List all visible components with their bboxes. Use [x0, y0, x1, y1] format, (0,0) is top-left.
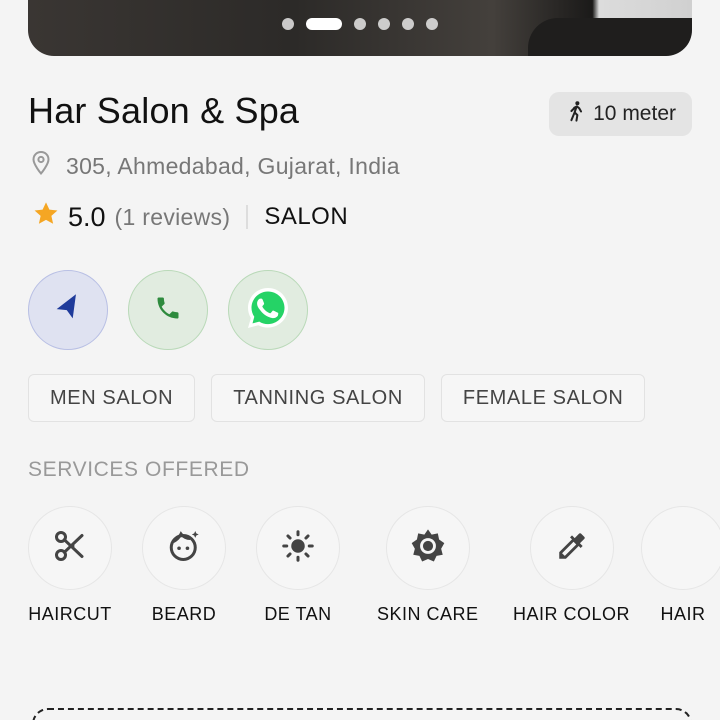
carousel-dot-active[interactable]	[306, 18, 342, 30]
carousel-dot[interactable]	[354, 18, 366, 30]
call-button[interactable]	[128, 270, 208, 350]
service-icon-circle	[256, 506, 340, 590]
face-icon	[166, 528, 202, 569]
distance-text: 10 meter	[593, 102, 676, 125]
address-text: 305, Ahmedabad, Gujarat, India	[66, 152, 400, 179]
tag-chip[interactable]: FEMALE SALON	[440, 374, 646, 422]
service-label: HAIR COLOR	[513, 604, 631, 624]
tag-chip[interactable]: MEN SALON	[28, 374, 196, 422]
carousel-dot[interactable]	[282, 18, 294, 30]
service-label: BEARD	[151, 604, 217, 624]
location-pin-icon	[30, 150, 52, 182]
carousel-dot[interactable]	[378, 18, 390, 30]
action-buttons	[28, 270, 308, 350]
scissors-icon	[52, 528, 88, 569]
service-item-hair[interactable]: HAIR	[641, 506, 720, 625]
salon-name: Har Salon & Spa	[28, 90, 300, 131]
service-item-beard[interactable]: BEARD	[142, 506, 226, 625]
rating-row: 5.0 (1 reviews) SALON	[32, 200, 348, 234]
sun-gear-icon	[409, 527, 447, 570]
rating-divider	[246, 205, 249, 229]
rating-value: 5.0	[68, 201, 106, 232]
service-label: DE TAN	[264, 604, 332, 624]
address-row: 305, Ahmedabad, Gujarat, India	[30, 150, 400, 182]
salon-image-carousel[interactable]	[28, 0, 692, 56]
service-icon-circle	[142, 506, 226, 590]
services-list[interactable]: HAIRCUT BEARD DE TAN SKIN CARE HAIR COLO…	[28, 506, 720, 636]
whatsapp-icon	[244, 284, 292, 337]
reviews-count[interactable]: (1 reviews)	[115, 204, 231, 231]
tag-chip[interactable]: TANNING SALON	[211, 374, 425, 422]
dropper-icon	[555, 529, 589, 568]
walking-icon	[565, 99, 587, 129]
service-label: HAIRCUT	[28, 604, 112, 624]
service-icon-circle	[385, 506, 470, 590]
whatsapp-button[interactable]	[228, 270, 308, 350]
category-label: SALON	[264, 203, 349, 230]
services-section-title: SERVICES OFFERED	[28, 458, 250, 481]
service-item-skin-care[interactable]: SKIN CARE	[377, 506, 479, 625]
star-icon	[32, 200, 60, 234]
carousel-dots	[28, 18, 692, 30]
service-icon-circle	[641, 506, 720, 590]
phone-icon	[154, 294, 182, 327]
tag-chips: MEN SALON TANNING SALON FEMALE SALON	[28, 374, 646, 422]
service-label: SKIN CARE	[377, 604, 479, 624]
carousel-dot[interactable]	[402, 18, 414, 30]
service-item-haircut[interactable]: HAIRCUT	[28, 506, 112, 625]
service-item-hair-color[interactable]: HAIR COLOR	[513, 506, 630, 625]
service-item-de-tan[interactable]: DE TAN	[256, 506, 340, 625]
sun-icon	[280, 528, 316, 569]
service-label: HAIR	[660, 604, 706, 624]
distance-badge: 10 meter	[549, 92, 692, 136]
navigation-arrow-icon	[53, 293, 83, 328]
dashed-card	[32, 708, 692, 720]
service-icon-circle	[28, 506, 112, 590]
carousel-dot[interactable]	[426, 18, 438, 30]
directions-button[interactable]	[28, 270, 108, 350]
service-icon-circle	[529, 506, 614, 590]
